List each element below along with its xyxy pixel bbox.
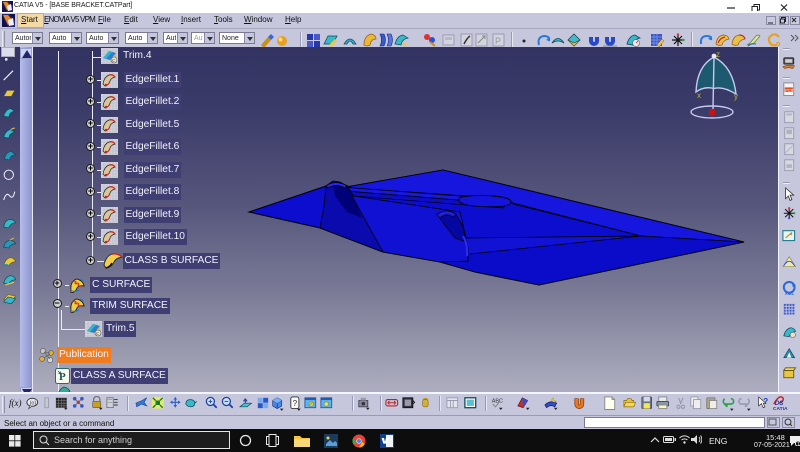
svg-text:(o): (o) — [30, 401, 37, 407]
svg-text:CATIA: CATIA — [773, 406, 788, 412]
svg-text:DS: DS — [775, 400, 785, 407]
svg-text:P: P — [495, 36, 501, 46]
svg-text:ABC: ABC — [492, 398, 503, 404]
svg-text:x: x — [697, 91, 701, 100]
svg-text:XML: XML — [785, 291, 795, 296]
svg-text:z: z — [716, 50, 720, 59]
svg-text:?: ? — [763, 397, 768, 406]
svg-text:PCS: PCS — [785, 87, 794, 92]
svg-text:?: ? — [293, 399, 298, 408]
svg-text:f(x): f(x) — [9, 398, 22, 408]
svg-text:y: y — [734, 92, 738, 101]
